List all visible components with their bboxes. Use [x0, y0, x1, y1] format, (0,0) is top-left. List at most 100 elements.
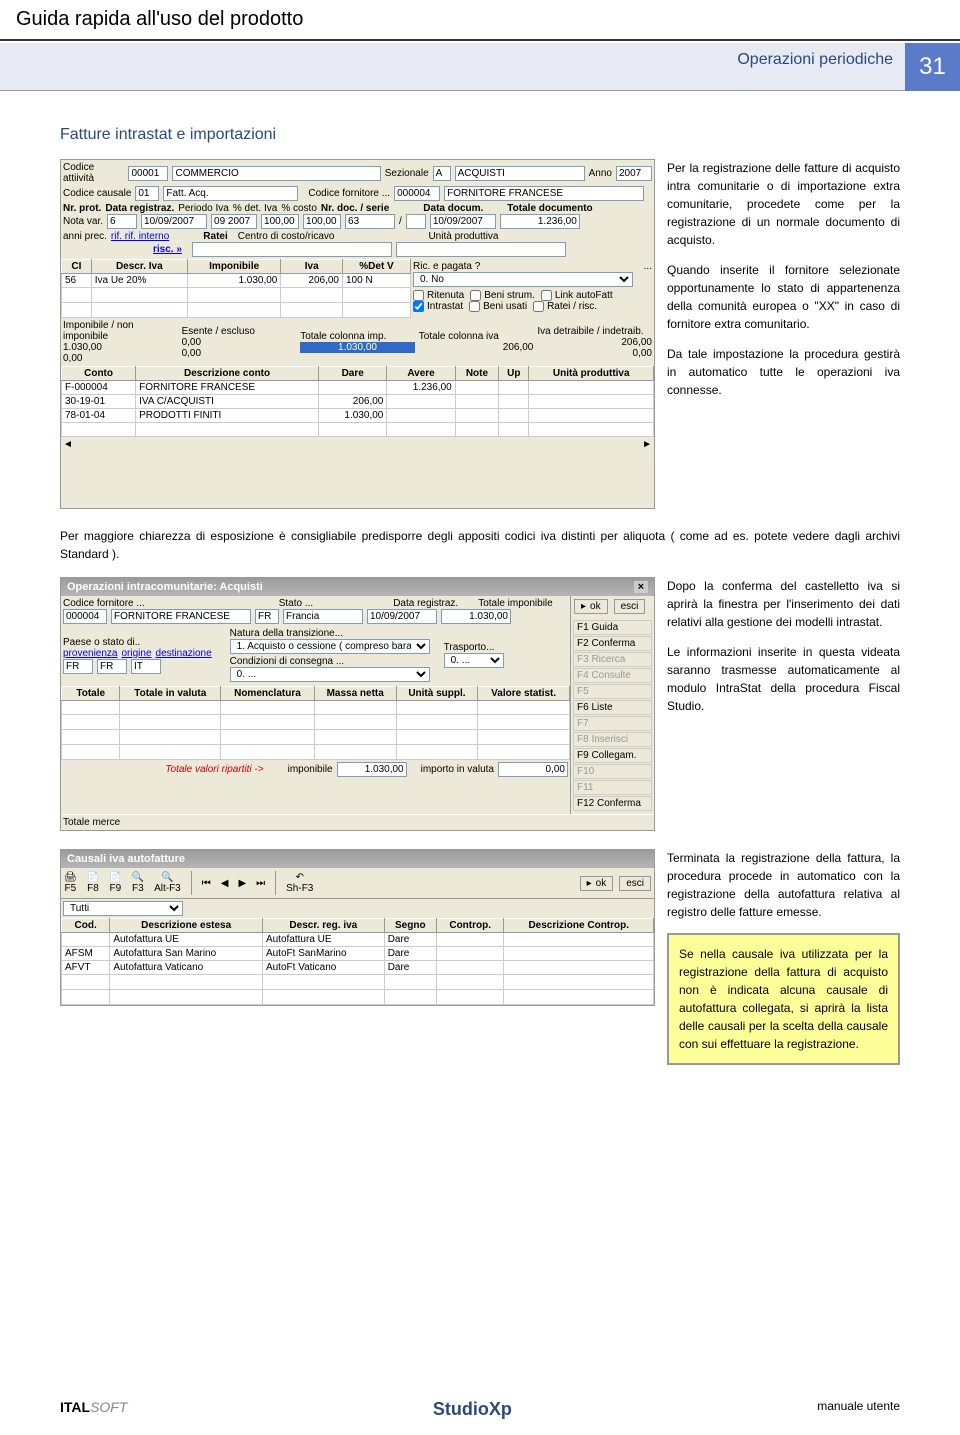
periodo-iva-input[interactable] — [211, 214, 257, 229]
trasporto-select[interactable]: 0. ... — [444, 653, 504, 668]
unita-prod-input[interactable] — [396, 242, 566, 257]
value: 0,00 — [537, 348, 652, 359]
label: Sezionale — [385, 168, 429, 179]
ok-button[interactable]: ▸ ok — [574, 599, 608, 614]
fkey-item: F10 — [573, 764, 652, 779]
sezionale-code[interactable] — [433, 166, 451, 181]
anno-input[interactable] — [616, 166, 652, 181]
risc-link[interactable]: risc. » — [153, 244, 182, 255]
stato-desc-input[interactable] — [283, 609, 363, 624]
cell: IVA C/ACQUISTI — [136, 395, 319, 409]
status-bar: Totale merce — [61, 814, 654, 830]
fkey-item[interactable]: F2 Conferma — [573, 636, 652, 651]
codforn-desc-input[interactable] — [111, 609, 251, 624]
value: 206,00 — [419, 342, 534, 353]
link-autofatt-checkbox[interactable] — [541, 290, 552, 301]
first-icon[interactable]: ⏮ — [202, 878, 211, 889]
footer-product: StudioXp — [433, 1399, 512, 1420]
data-registraz-input[interactable] — [141, 214, 207, 229]
codice-attivita-code[interactable] — [128, 166, 168, 181]
codice-fornitore-code[interactable] — [394, 186, 440, 201]
fkey-item[interactable]: F9 Collegam. — [573, 748, 652, 763]
table-row[interactable]: 85Autofattura UEAutofattura UEDare — [62, 933, 654, 947]
page-icon[interactable]: 📄 — [87, 872, 99, 883]
codice-attivita-desc[interactable] — [172, 166, 380, 181]
pdet-iva-input[interactable] — [261, 214, 299, 229]
page-icon[interactable]: 📄 — [109, 872, 121, 883]
undo-icon[interactable]: ↶ — [286, 872, 313, 883]
table-row[interactable]: AFSMAutofattura San MarinoAutoFt SanMari… — [62, 947, 654, 961]
rif-interno-link[interactable]: rif. rif. interno — [111, 231, 169, 242]
codice-fornitore-desc[interactable] — [444, 186, 644, 201]
data-input[interactable] — [367, 609, 437, 624]
fkey-item[interactable]: F1 Guida — [573, 620, 652, 635]
search-icon[interactable]: 🔍 — [132, 872, 144, 883]
table-row[interactable]: AFVTAutofattura VaticanoAutoFt VaticanoD… — [62, 961, 654, 975]
col-header: Descrizione Controp. — [504, 919, 654, 933]
screenshot-invoice-form: Codice attiività Sezionale Anno Codice c… — [60, 159, 655, 509]
esci-button[interactable]: esci — [614, 599, 646, 614]
intrastat-checkbox[interactable] — [413, 301, 424, 312]
col-header: Nomenclatura — [221, 687, 315, 701]
codforn-input[interactable] — [63, 609, 107, 624]
nrprot-input[interactable] — [107, 214, 137, 229]
col-header: Avere — [387, 367, 455, 381]
paragraph: Da tale impostazione la procedura gestir… — [667, 345, 900, 399]
print-icon[interactable]: 🖨 — [64, 872, 77, 883]
centro-input[interactable] — [192, 242, 392, 257]
stato-input[interactable] — [255, 609, 279, 624]
pcosto-input[interactable] — [303, 214, 341, 229]
dest-input[interactable] — [131, 659, 161, 674]
esci-button[interactable]: esci — [619, 876, 651, 891]
cell: 1.030,00 — [319, 409, 387, 423]
screenshot-causali-dialog: Causali iva autofatture 🖨F5 📄F8 📄F9 🔍F3 … — [60, 849, 655, 1006]
fkey-item[interactable]: F12 Conferma — [573, 796, 652, 811]
origine-link[interactable]: origine — [121, 648, 151, 659]
prev-icon[interactable]: ◀ — [221, 878, 229, 889]
provenienza-link[interactable]: provenienza — [63, 648, 117, 659]
label: Natura della transizione... — [230, 628, 430, 639]
paragraph: Per la registrazione delle fatture di ac… — [667, 159, 900, 249]
codice-causale-code[interactable] — [135, 186, 159, 201]
fkey-item: F11 — [573, 780, 652, 795]
cell: 206,00 — [319, 395, 387, 409]
label: Condizioni di consegna ... — [230, 656, 430, 667]
ok-button[interactable]: ▸ ok — [580, 876, 614, 891]
ritenuta-checkbox[interactable] — [413, 290, 424, 301]
condiz-select[interactable]: 0. ... — [230, 667, 430, 682]
codice-causale-desc[interactable] — [163, 186, 298, 201]
ric-pagata-select[interactable]: 0. No — [413, 272, 633, 287]
serie-input[interactable] — [406, 214, 426, 229]
col-header: Controp. — [436, 919, 504, 933]
nrdoc-input[interactable] — [345, 214, 395, 229]
destinazione-link[interactable]: destinazione — [156, 648, 212, 659]
data-docum-input[interactable] — [430, 214, 496, 229]
filter-select[interactable]: Tutti — [63, 901, 183, 916]
natura-select[interactable]: 1. Acquisto o cessione ( compreso baratt… — [230, 639, 430, 654]
close-icon[interactable]: × — [634, 581, 648, 593]
totale-documento-input[interactable] — [500, 214, 580, 229]
ratei-risc-checkbox[interactable] — [533, 301, 544, 312]
totimp-input[interactable] — [441, 609, 511, 624]
search-icon[interactable]: 🔍 — [154, 872, 181, 883]
sezionale-desc[interactable] — [455, 166, 585, 181]
label: Centro di costo/ricavo — [238, 231, 335, 242]
col-header: Descr. Iva — [91, 260, 187, 274]
orig-input[interactable] — [97, 659, 127, 674]
tot-imponibile-input[interactable] — [337, 762, 407, 777]
label: Nr. prot. — [63, 203, 101, 214]
cell: 1.236,00 — [387, 381, 455, 395]
value: 0,00 — [182, 337, 297, 348]
tot-valuta-input[interactable] — [498, 762, 568, 777]
next-icon[interactable]: ▶ — [238, 878, 246, 889]
beni-usati-checkbox[interactable] — [469, 301, 480, 312]
cell: FORNITORE FRANCESE — [136, 381, 319, 395]
beni-strum-checkbox[interactable] — [470, 290, 481, 301]
last-icon[interactable]: ⏭ — [256, 878, 265, 889]
label: Nr. doc. / serie — [321, 203, 389, 214]
col-header: Valore statist. — [478, 687, 570, 701]
label: Totale imponibile — [478, 598, 553, 609]
cell: 100 N — [343, 274, 411, 288]
prov-input[interactable] — [63, 659, 93, 674]
fkey-item[interactable]: F6 Liste — [573, 700, 652, 715]
